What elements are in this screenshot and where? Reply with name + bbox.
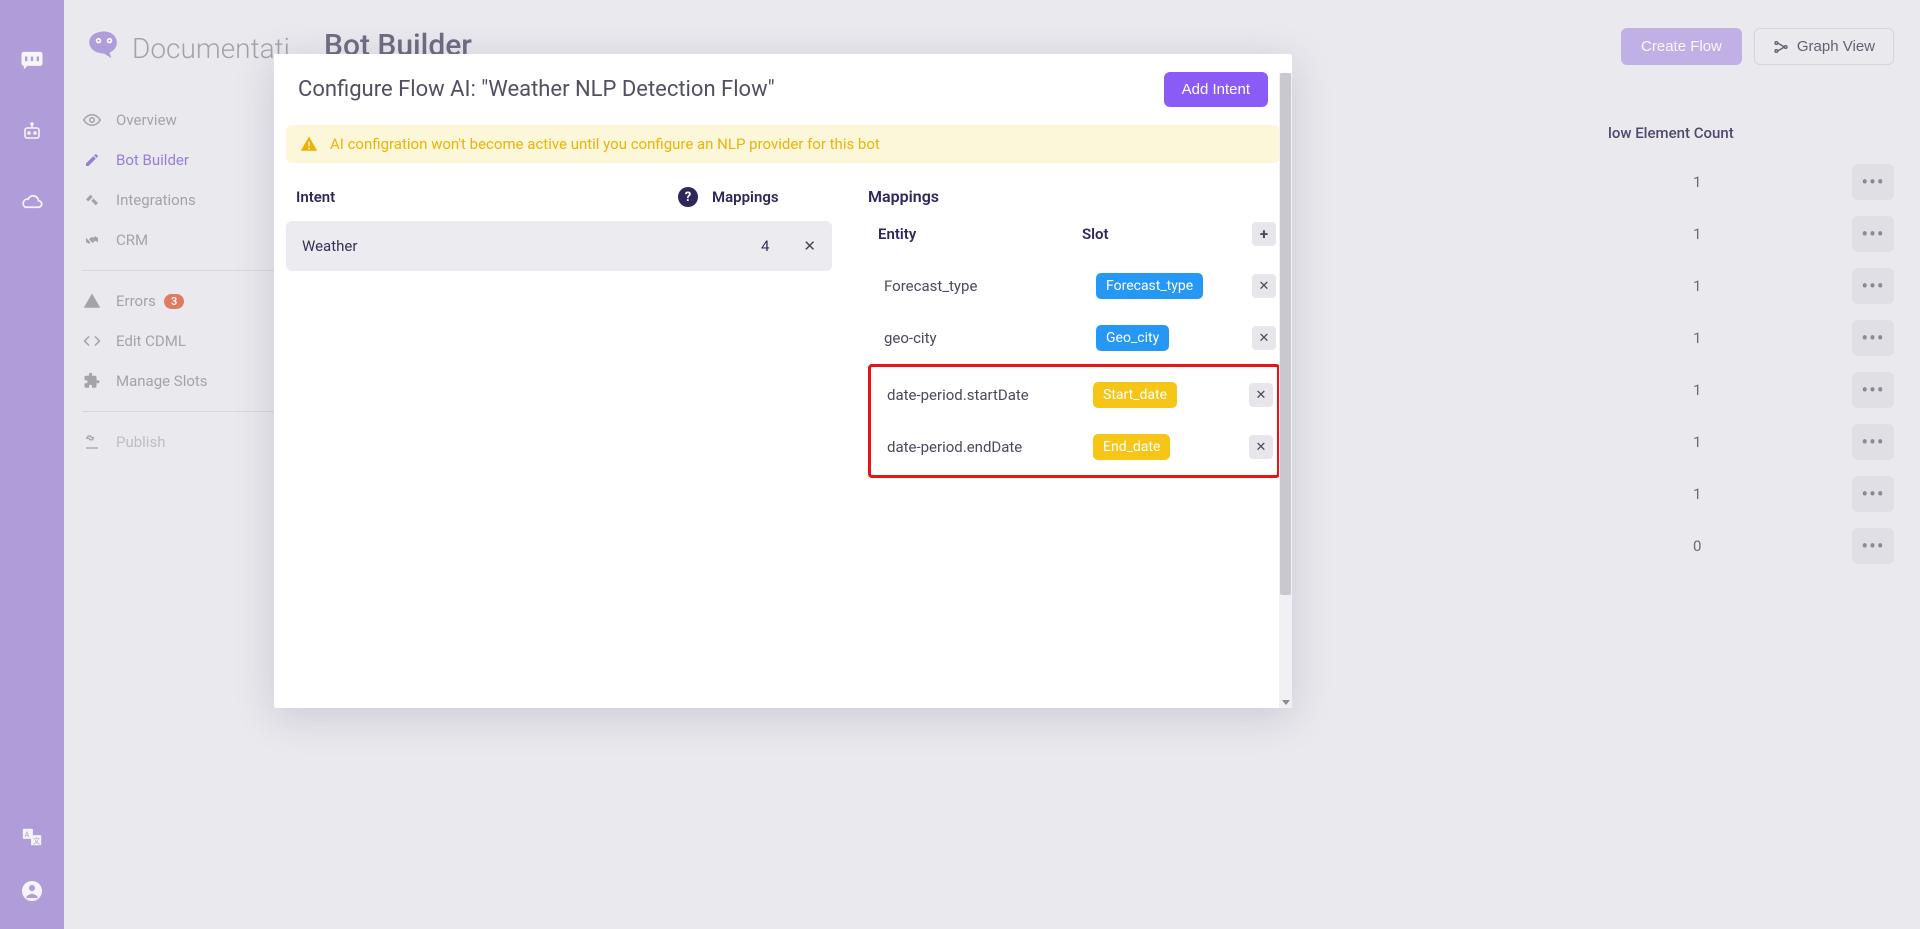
add-mapping-button[interactable]: + [1252, 222, 1276, 246]
slot-chip[interactable]: Forecast_type [1096, 273, 1203, 299]
mapping-entity: date-period.startDate [887, 386, 1093, 404]
mappings-subheader: Entity Slot + [868, 222, 1280, 260]
mapping-entity: date-period.endDate [887, 438, 1093, 456]
slot-chip[interactable]: Geo_city [1096, 325, 1169, 351]
modal-title: Configure Flow AI: "Weather NLP Detectio… [298, 77, 775, 102]
intent-name: Weather [302, 237, 357, 255]
highlight-box: date-period.startDateStart_date✕date-per… [868, 364, 1280, 478]
mapping-row: date-period.endDateEnd_date ✕ [871, 421, 1277, 473]
modal-body: Intent ? Mappings Weather 4 ✕ Mappings E… [274, 163, 1292, 708]
mapping-row: date-period.startDateStart_date ✕ [871, 369, 1277, 421]
modal-scrollbar[interactable] [1279, 73, 1292, 687]
mapping-remove-icon[interactable]: ✕ [1252, 326, 1276, 350]
mapping-remove-icon[interactable]: ✕ [1249, 435, 1273, 459]
help-icon[interactable]: ? [678, 187, 698, 207]
scrollbar-thumb[interactable] [1280, 73, 1291, 595]
scrollbar-down[interactable] [1279, 679, 1292, 708]
mapping-entity: geo-city [884, 329, 1096, 347]
mapping-row: Forecast_typeForecast_type ✕ [868, 260, 1280, 312]
mappings-header-label: Mappings [712, 188, 832, 206]
warning-icon [300, 135, 318, 153]
slot-header: Slot [1082, 225, 1252, 243]
mapping-entity: Forecast_type [884, 277, 1096, 295]
modal-header: Configure Flow AI: "Weather NLP Detectio… [274, 54, 1292, 125]
slot-chip[interactable]: End_date [1093, 434, 1170, 460]
intent-remove-icon[interactable]: ✕ [803, 237, 816, 255]
intent-row[interactable]: Weather 4 ✕ [286, 221, 832, 271]
warning-text: AI configration won't become active unti… [330, 135, 880, 153]
mapping-row: geo-cityGeo_city ✕ [868, 312, 1280, 364]
intent-column: Intent ? Mappings Weather 4 ✕ [286, 187, 862, 697]
add-intent-button[interactable]: Add Intent [1164, 72, 1268, 107]
mappings-column: Mappings Entity Slot + Forecast_typeFore… [862, 187, 1280, 697]
mapping-remove-icon[interactable]: ✕ [1252, 274, 1276, 298]
intent-header-label: Intent [286, 188, 335, 206]
warning-banner: AI configration won't become active unti… [286, 125, 1280, 163]
intent-mapping-count: 4 [761, 237, 769, 255]
entity-header: Entity [878, 225, 1082, 243]
slot-chip[interactable]: Start_date [1093, 382, 1177, 408]
intent-column-header: Intent ? Mappings [286, 187, 832, 221]
configure-flow-modal: Configure Flow AI: "Weather NLP Detectio… [274, 54, 1292, 708]
mappings-header: Mappings [868, 187, 1280, 222]
mapping-remove-icon[interactable]: ✕ [1249, 383, 1273, 407]
